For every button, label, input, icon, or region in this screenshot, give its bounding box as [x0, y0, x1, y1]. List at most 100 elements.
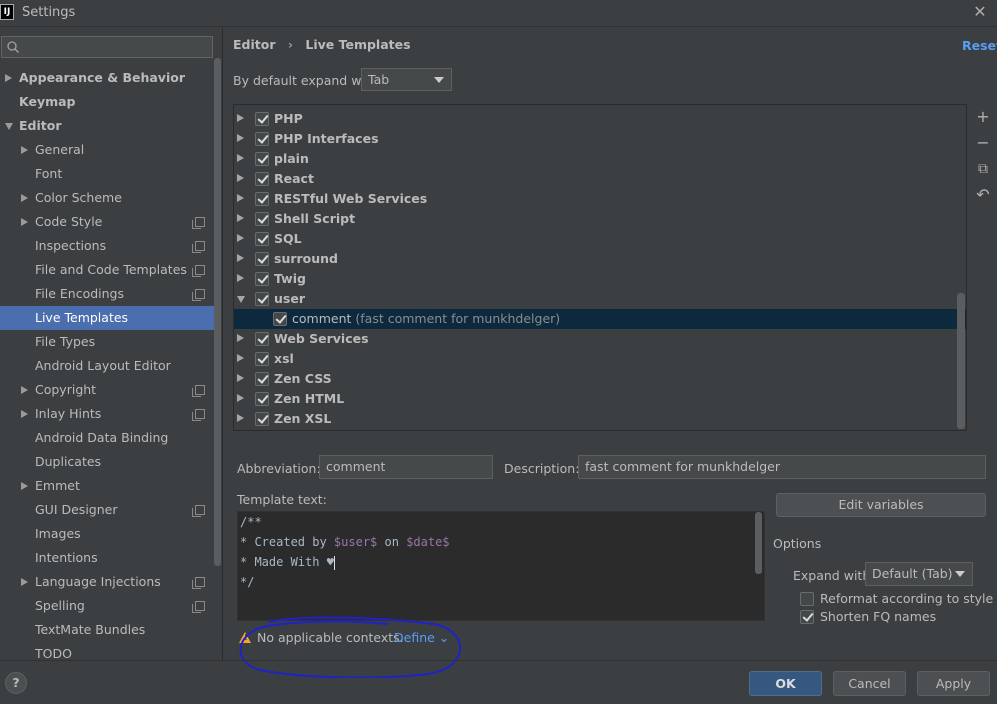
help-button[interactable]: ? [5, 672, 27, 694]
sidebar-item-inlay-hints[interactable]: Inlay Hints [0, 402, 214, 426]
template-checkbox[interactable] [255, 212, 269, 226]
ok-button[interactable]: OK [749, 671, 822, 696]
template-group[interactable]: Zen XSL [234, 409, 966, 429]
editor-scrollbar[interactable] [755, 512, 762, 574]
template-checkbox[interactable] [255, 372, 269, 386]
template-checkbox[interactable] [255, 132, 269, 146]
chevron-right-icon[interactable] [237, 274, 244, 282]
chevron-right-icon[interactable] [237, 354, 244, 362]
template-checkbox[interactable] [255, 412, 269, 426]
sidebar-item-code-style[interactable]: Code Style [0, 210, 214, 234]
template-group[interactable]: xsl [234, 349, 966, 369]
chevron-right-icon[interactable] [237, 174, 244, 182]
restore-icon[interactable]: ↶ [975, 186, 991, 204]
template-group[interactable]: user [234, 289, 966, 309]
sidebar-item-keymap[interactable]: Keymap [0, 90, 214, 114]
chevron-right-icon[interactable] [21, 386, 28, 394]
chevron-down-icon[interactable] [237, 296, 245, 303]
chevron-right-icon[interactable] [237, 134, 244, 142]
add-icon[interactable]: + [975, 108, 991, 126]
chevron-right-icon[interactable] [237, 254, 244, 262]
template-group[interactable]: React [234, 169, 966, 189]
template-checkbox[interactable] [255, 172, 269, 186]
apply-button[interactable]: Apply [917, 671, 990, 696]
sidebar-item-emmet[interactable]: Emmet [0, 474, 214, 498]
sidebar-item-copyright[interactable]: Copyright [0, 378, 214, 402]
sidebar-item-font[interactable]: Font [0, 162, 214, 186]
sidebar-item-android-data-binding[interactable]: Android Data Binding [0, 426, 214, 450]
copy-icon[interactable]: ⧉ [975, 160, 991, 178]
template-group[interactable]: RESTful Web Services [234, 189, 966, 209]
sidebar-item-language-injections[interactable]: Language Injections [0, 570, 214, 594]
sidebar-item-file-and-code-templates[interactable]: File and Code Templates [0, 258, 214, 282]
sidebar-item-spelling[interactable]: Spelling [0, 594, 214, 618]
sidebar-item-images[interactable]: Images [0, 522, 214, 546]
template-group[interactable]: PHP Interfaces [234, 129, 966, 149]
close-icon[interactable]: ✕ [970, 2, 990, 22]
template-group[interactable]: Web Services [234, 329, 966, 349]
search-input[interactable] [1, 36, 213, 58]
template-group[interactable]: SQL [234, 229, 966, 249]
template-checkbox[interactable] [255, 392, 269, 406]
template-item[interactable]: comment (fast comment for munkhdelger) [234, 309, 966, 329]
chevron-right-icon[interactable] [21, 194, 28, 202]
chevron-right-icon[interactable] [237, 234, 244, 242]
sidebar-item-editor[interactable]: Editor [0, 114, 214, 138]
sidebar-item-inspections[interactable]: Inspections [0, 234, 214, 258]
template-group[interactable]: plain [234, 149, 966, 169]
chevron-right-icon[interactable] [237, 374, 244, 382]
sidebar-item-appearance-behavior[interactable]: Appearance & Behavior [0, 66, 214, 90]
sidebar-item-file-types[interactable]: File Types [0, 330, 214, 354]
sidebar-item-file-encodings[interactable]: File Encodings [0, 282, 214, 306]
chevron-right-icon[interactable] [5, 74, 12, 82]
chevron-right-icon[interactable] [237, 114, 244, 122]
template-checkbox[interactable] [255, 112, 269, 126]
sidebar-item-live-templates[interactable]: Live Templates [0, 306, 214, 330]
template-checkbox[interactable] [255, 352, 269, 366]
template-group[interactable]: PHP [234, 109, 966, 129]
default-expand-select[interactable]: Tab [361, 68, 452, 91]
sidebar-item-color-scheme[interactable]: Color Scheme [0, 186, 214, 210]
sidebar-item-textmate-bundles[interactable]: TextMate Bundles [0, 618, 214, 642]
chevron-right-icon[interactable] [237, 214, 244, 222]
shorten-fq-checkbox[interactable] [800, 610, 814, 624]
chevron-right-icon[interactable] [237, 394, 244, 402]
reformat-checkbox[interactable] [800, 592, 814, 606]
cancel-button[interactable]: Cancel [833, 671, 906, 696]
chevron-right-icon[interactable] [237, 194, 244, 202]
remove-icon[interactable]: − [975, 134, 991, 152]
template-group[interactable]: Twig [234, 269, 966, 289]
sidebar-item-gui-designer[interactable]: GUI Designer [0, 498, 214, 522]
sidebar-item-general[interactable]: General [0, 138, 214, 162]
template-checkbox[interactable] [273, 312, 287, 326]
template-text-editor[interactable]: /** * Created by $user$ on $date$ * Made… [237, 511, 765, 621]
sidebar-scrollbar[interactable] [214, 58, 221, 566]
chevron-right-icon[interactable] [21, 410, 28, 418]
template-checkbox[interactable] [255, 152, 269, 166]
template-tree-scrollbar[interactable] [957, 293, 965, 429]
chevron-right-icon[interactable] [21, 146, 28, 154]
reset-link[interactable]: Reset [962, 38, 997, 53]
template-checkbox[interactable] [255, 252, 269, 266]
template-checkbox[interactable] [255, 232, 269, 246]
template-checkbox[interactable] [255, 272, 269, 286]
chevron-right-icon[interactable] [21, 578, 28, 586]
chevron-down-icon[interactable] [5, 123, 13, 130]
expand-with-select[interactable]: Default (Tab) [865, 562, 973, 586]
sidebar-item-intentions[interactable]: Intentions [0, 546, 214, 570]
sidebar-item-duplicates[interactable]: Duplicates [0, 450, 214, 474]
template-group[interactable]: Zen HTML [234, 389, 966, 409]
chevron-right-icon[interactable] [237, 154, 244, 162]
chevron-right-icon[interactable] [237, 414, 244, 422]
chevron-right-icon[interactable] [21, 218, 28, 226]
description-field[interactable]: fast comment for munkhdelger [578, 455, 986, 479]
abbreviation-field[interactable]: comment [319, 455, 493, 479]
chevron-right-icon[interactable] [237, 334, 244, 342]
edit-variables-button[interactable]: Edit variables [776, 493, 986, 517]
template-checkbox[interactable] [255, 192, 269, 206]
sidebar-item-android-layout-editor[interactable]: Android Layout Editor [0, 354, 214, 378]
chevron-right-icon[interactable] [21, 482, 28, 490]
template-group[interactable]: surround [234, 249, 966, 269]
sidebar-item-todo[interactable]: TODO [0, 642, 214, 666]
template-checkbox[interactable] [255, 292, 269, 306]
